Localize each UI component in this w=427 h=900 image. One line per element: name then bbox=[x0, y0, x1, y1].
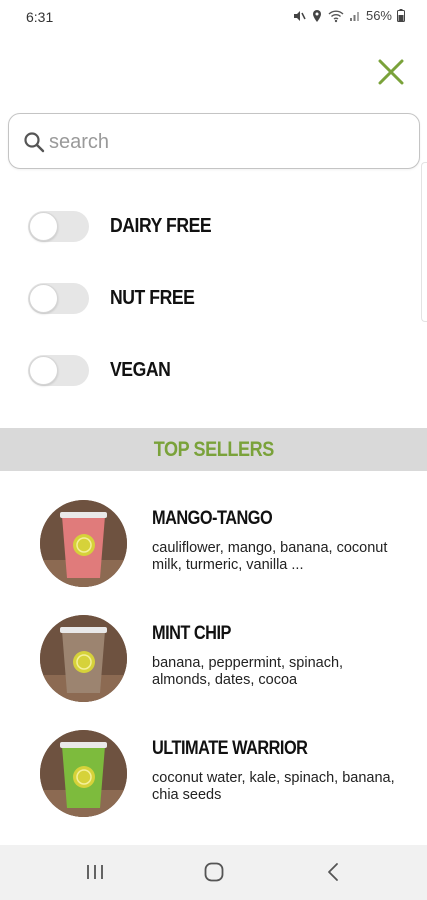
signal-icon bbox=[349, 11, 359, 21]
product-description: banana, peppermint, spinach, almonds, da… bbox=[152, 655, 344, 688]
smoothie-cup-image bbox=[40, 615, 127, 702]
product-description: coconut water, kale, spinach, banana, ch… bbox=[152, 770, 395, 803]
status-icons: 56% bbox=[292, 8, 405, 23]
status-time: 6:31 bbox=[26, 9, 54, 25]
battery-percent: 56% bbox=[365, 8, 392, 23]
recent-apps-icon bbox=[87, 865, 103, 879]
product-item-mango-tango[interactable]: MANGO-TANGO cauliflower, mango, banana, … bbox=[40, 500, 420, 590]
home-button[interactable] bbox=[199, 859, 229, 885]
search-icon bbox=[24, 132, 45, 153]
product-image bbox=[40, 500, 127, 587]
close-x-icon bbox=[378, 59, 404, 85]
product-name: ULTIMATE WARRIOR bbox=[152, 738, 308, 759]
location-icon bbox=[312, 9, 321, 22]
battery-icon bbox=[397, 9, 405, 22]
status-bar: 6:31 56% bbox=[0, 0, 427, 36]
back-icon bbox=[328, 863, 338, 881]
filter-label: NUT FREE bbox=[110, 286, 195, 309]
filter-vegan[interactable]: VEGAN bbox=[28, 353, 388, 387]
product-item-mint-chip[interactable]: MINT CHIP banana, peppermint, spinach, a… bbox=[40, 615, 420, 705]
vegan-toggle[interactable] bbox=[28, 354, 89, 386]
home-icon bbox=[204, 862, 224, 882]
product-description: cauliflower, mango, banana, coconut milk… bbox=[152, 540, 388, 573]
toggle-knob bbox=[29, 211, 58, 241]
back-button[interactable] bbox=[318, 859, 348, 885]
smoothie-cup-image bbox=[40, 730, 127, 817]
filter-label: DAIRY FREE bbox=[110, 214, 212, 237]
mute-icon bbox=[293, 10, 306, 21]
system-nav-bar bbox=[0, 845, 427, 900]
product-item-ultimate-warrior[interactable]: ULTIMATE WARRIOR coconut water, kale, sp… bbox=[40, 730, 420, 820]
recent-apps-button[interactable] bbox=[80, 859, 110, 885]
toggle-knob bbox=[29, 355, 58, 385]
product-image bbox=[40, 615, 127, 702]
filter-label: VEGAN bbox=[110, 358, 171, 381]
product-image bbox=[40, 730, 127, 817]
product-name: MINT CHIP bbox=[152, 623, 231, 644]
smoothie-cup-image bbox=[40, 500, 127, 587]
section-title: TOP SELLERS bbox=[153, 437, 274, 461]
dairy-free-toggle[interactable] bbox=[28, 210, 89, 242]
filter-dairy-free[interactable]: DAIRY FREE bbox=[28, 209, 388, 243]
search-input[interactable] bbox=[49, 126, 409, 158]
scroll-indicator bbox=[421, 162, 427, 322]
search-bar[interactable] bbox=[8, 113, 420, 169]
nut-free-toggle[interactable] bbox=[28, 282, 89, 314]
filter-nut-free[interactable]: NUT FREE bbox=[28, 281, 388, 315]
top-sellers-header: TOP SELLERS bbox=[0, 428, 427, 471]
toggle-knob bbox=[29, 283, 58, 313]
wifi-icon bbox=[328, 9, 344, 22]
close-button[interactable] bbox=[374, 55, 408, 89]
product-name: MANGO-TANGO bbox=[152, 508, 273, 529]
